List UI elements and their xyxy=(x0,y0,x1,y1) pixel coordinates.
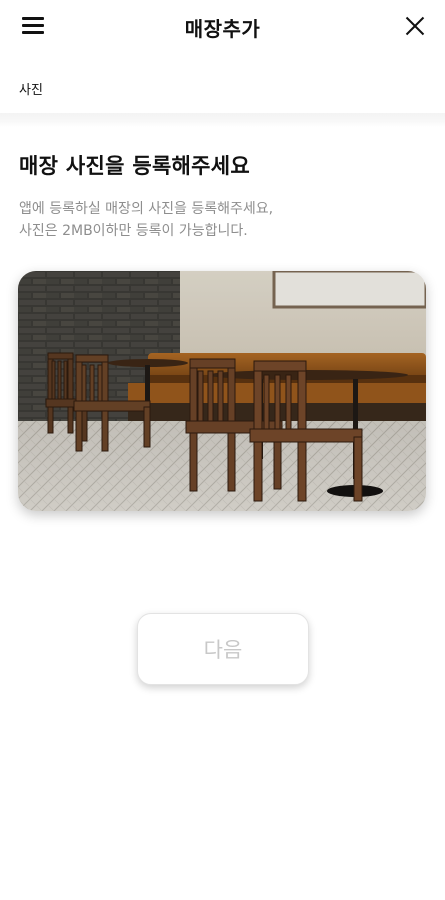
section-title: 매장 사진을 등록해주세요 xyxy=(19,154,251,178)
next-button[interactable]: 다음 xyxy=(137,613,309,685)
store-photo-upload[interactable] xyxy=(18,271,426,511)
description-line-1: 앱에 등록하실 매장의 사진을 등록해주세요, xyxy=(19,201,274,217)
cafe-interior-photo xyxy=(18,271,426,511)
section-divider xyxy=(0,113,445,127)
section-description: 앱에 등록하실 매장의 사진을 등록해주세요, 사진은 2MB이하만 등록이 가… xyxy=(19,198,429,242)
page-title: 매장추가 xyxy=(184,17,261,41)
close-icon[interactable] xyxy=(401,12,429,40)
breadcrumb: 사진 xyxy=(19,83,43,98)
app-header: 매장추가 xyxy=(0,0,445,54)
description-line-2: 사진은 2MB이하만 등록이 가능합니다. xyxy=(19,223,248,239)
app-screen: 매장추가 사진 매장 사진을 등록해주세요 앱에 등록하실 매장의 사진을 등록… xyxy=(0,0,445,900)
